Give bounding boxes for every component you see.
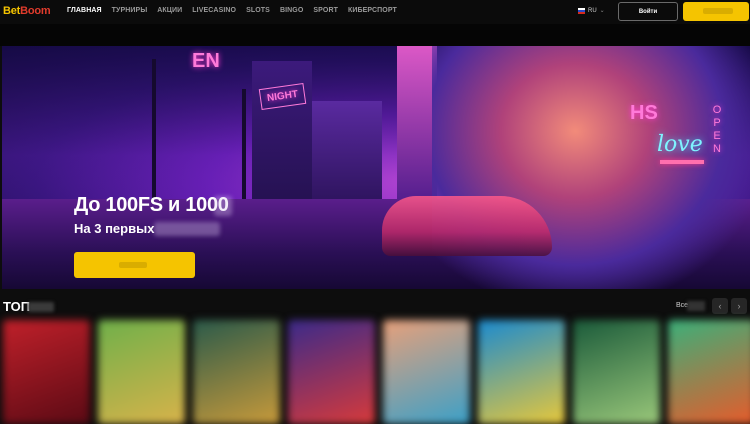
chevron-right-icon[interactable]: › <box>731 298 747 314</box>
banner-car-art <box>382 196 552 256</box>
palm-tree-decor <box>242 89 246 199</box>
neon-open-sign-decor: OPEN <box>712 104 722 155</box>
top-header: BetBoom ГЛАВНАЯ ТУРНИРЫ АКЦИИ LIVECASINO… <box>0 0 750 24</box>
nav-item-bingo[interactable]: BINGO <box>280 7 303 14</box>
neon-sign-decor: EN <box>192 50 220 72</box>
game-tile[interactable] <box>478 320 565 424</box>
register-button[interactable] <box>683 2 749 21</box>
palm-tree-decor <box>152 59 156 199</box>
game-tile[interactable] <box>288 320 375 424</box>
nav-item-home[interactable]: ГЛАВНАЯ <box>67 7 102 14</box>
neon-love-sign-decor: love <box>657 132 703 157</box>
game-tile[interactable] <box>668 320 750 424</box>
nav-item-esports[interactable]: КИБЕРСПОРТ <box>348 7 397 14</box>
language-selector[interactable]: RU ⌄ <box>578 7 605 14</box>
section-title-redacted <box>28 302 54 312</box>
section-title-top: ТОП <box>3 299 31 314</box>
neon-bar-decor <box>660 160 704 164</box>
promo-subtitle-redacted <box>154 222 220 236</box>
nav-item-slots[interactable]: SLOTS <box>246 7 270 14</box>
nav-item-sport[interactable]: SPORT <box>313 7 338 14</box>
promo-subtitle: На 3 первых <box>74 221 155 236</box>
betboom-logo[interactable]: BetBoom <box>3 5 51 17</box>
banner-building <box>312 101 382 211</box>
banner-building <box>397 46 437 211</box>
nav-item-promotions[interactable]: АКЦИИ <box>157 7 182 14</box>
game-tile[interactable] <box>383 320 470 424</box>
game-carousel <box>0 320 750 424</box>
promo-banner[interactable]: EN NIGHT HS OPEN love До 100FS и 1000 На… <box>2 46 750 289</box>
neon-hs-sign-decor: HS <box>630 102 658 124</box>
nav-item-livecasino[interactable]: LIVECASINO <box>192 7 236 14</box>
game-tile[interactable] <box>3 320 90 424</box>
nav-item-tournaments[interactable]: ТУРНИРЫ <box>112 7 148 14</box>
ru-flag-icon <box>578 7 585 14</box>
chevron-left-icon[interactable]: ‹ <box>712 298 728 314</box>
language-label: RU <box>588 7 597 14</box>
promo-cta-button[interactable] <box>74 252 195 278</box>
see-all-count-redacted <box>687 301 705 311</box>
chevron-down-icon: ⌄ <box>599 8 605 14</box>
register-label-redacted <box>703 8 733 14</box>
promo-cta-label-redacted <box>119 262 147 268</box>
game-tile[interactable] <box>193 320 280 424</box>
promo-title: До 100FS и 1000 <box>74 194 229 216</box>
login-button[interactable]: Войти <box>618 2 678 21</box>
game-tile[interactable] <box>98 320 185 424</box>
logo-text-bet: Bet <box>3 5 21 17</box>
promo-title-redacted <box>214 196 232 216</box>
header-spacer <box>0 24 750 46</box>
game-tile[interactable] <box>573 320 660 424</box>
main-nav: ГЛАВНАЯ ТУРНИРЫ АКЦИИ LIVECASINO SLOTS B… <box>67 7 407 14</box>
logo-text-boom: Boom <box>20 5 51 17</box>
